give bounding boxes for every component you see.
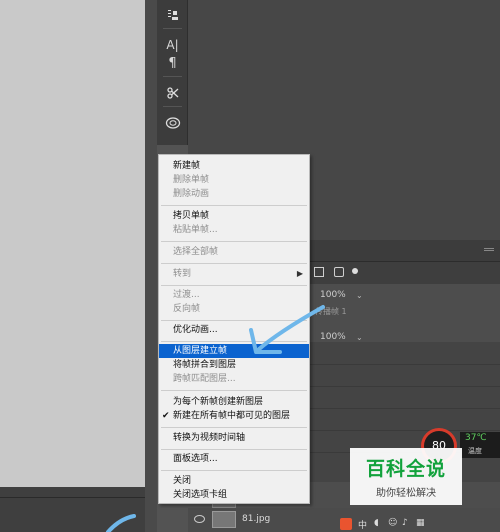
- menu-item-label: 转到: [173, 269, 192, 279]
- menu-item-panel-options[interactable]: 面板选项...: [159, 452, 309, 466]
- transform-icon[interactable]: [314, 267, 324, 277]
- layers-toolbar: [310, 262, 500, 284]
- frames-context-menu: 新建帧 删除单帧 删除动画 拷贝单帧 粘贴单帧... 选择全部帧 转到 ▶ 过渡…: [158, 154, 310, 504]
- layer-thumbnail[interactable]: [212, 511, 236, 528]
- photoshop-workspace: A| ¶ 100% ⌄ 传播帧 1 100% ⌄ 81.jpg 新建帧 删除单帧…: [0, 0, 500, 532]
- panel-icon-strip: A| ¶: [157, 0, 188, 145]
- menu-item-make-frames-from-layers[interactable]: 从图层建立帧: [159, 344, 309, 358]
- menu-item-convert-to-video-timeline[interactable]: 转换为视频时间轴: [159, 431, 309, 445]
- divider: [310, 386, 500, 387]
- layer-name[interactable]: 81.jpg: [242, 514, 270, 524]
- opacity-value[interactable]: 100%: [320, 290, 346, 300]
- menu-item-close[interactable]: 关闭: [159, 474, 309, 488]
- punctuation-icon[interactable]: ◖: [374, 518, 379, 528]
- menu-separator: [161, 390, 307, 391]
- watermark-subtitle: 助你轻松解决: [376, 488, 436, 499]
- chevron-down-icon[interactable]: ⌄: [356, 333, 363, 342]
- watermark-title: 百科全说: [365, 458, 446, 480]
- menu-item-delete-animation[interactable]: 删除动画: [159, 187, 309, 201]
- menu-item-go-to[interactable]: 转到 ▶: [159, 267, 309, 281]
- menu-item-tween[interactable]: 过渡...: [159, 288, 309, 302]
- menu-item-new-frame[interactable]: 新建帧: [159, 159, 309, 173]
- menu-separator: [161, 263, 307, 264]
- temperature-label: 温度: [468, 447, 482, 455]
- menu-item-optimize-animation[interactable]: 优化动画...: [159, 323, 309, 337]
- menu-item-flatten-frames-into-layers[interactable]: 将帧拼合到图层: [159, 358, 309, 372]
- menu-separator: [161, 205, 307, 206]
- paragraph-panel-icon[interactable]: ¶: [157, 52, 188, 74]
- panel-menu-icon[interactable]: [484, 248, 494, 251]
- canvas-status-area: [0, 487, 155, 532]
- libraries-icon[interactable]: [157, 112, 188, 134]
- emoji-icon[interactable]: ☺: [388, 518, 397, 528]
- stamp-icon[interactable]: [157, 4, 188, 26]
- divider: [0, 497, 155, 498]
- divider: [310, 364, 500, 365]
- ime-logo-icon[interactable]: [340, 518, 352, 530]
- temperature-value: 37℃: [465, 433, 487, 443]
- submenu-arrow-icon: ▶: [296, 269, 303, 278]
- document-canvas[interactable]: [0, 0, 145, 487]
- panel-separator[interactable]: [145, 0, 157, 532]
- menu-item-paste-frame[interactable]: 粘贴单帧...: [159, 223, 309, 237]
- menu-item-delete-frame[interactable]: 删除单帧: [159, 173, 309, 187]
- menu-item-create-new-layer-per-frame[interactable]: 为每个新帧创建新图层: [159, 395, 309, 409]
- menu-item-close-tab-group[interactable]: 关闭选项卡组: [159, 488, 309, 502]
- menu-item-match-layer-across-frames[interactable]: 跨帧匹配图层...: [159, 372, 309, 386]
- menu-separator: [161, 285, 307, 286]
- menu-separator: [161, 320, 307, 321]
- menu-item-copy-frame[interactable]: 拷贝单帧: [159, 209, 309, 223]
- frame-label: 传播帧 1: [315, 307, 347, 316]
- menu-separator: [161, 470, 307, 471]
- tool-presets-icon[interactable]: [157, 82, 188, 104]
- checkmark-icon: ✔: [162, 411, 170, 421]
- menu-separator: [161, 427, 307, 428]
- visibility-eye-icon[interactable]: [194, 515, 205, 523]
- keyboard-icon[interactable]: ▦: [416, 518, 425, 528]
- menu-item-select-all-frames[interactable]: 选择全部帧: [159, 245, 309, 259]
- ime-mode[interactable]: 中: [358, 518, 367, 531]
- divider: [310, 430, 500, 431]
- opacity-row: 100% ⌄: [310, 284, 500, 306]
- menu-separator: [161, 241, 307, 242]
- microphone-icon[interactable]: ♪: [402, 518, 408, 528]
- divider: [163, 76, 182, 77]
- menu-item-new-layers-visible-all-frames[interactable]: ✔ 新建在所有帧中都可见的图层: [159, 409, 309, 423]
- fill-icon[interactable]: [352, 268, 358, 274]
- menu-separator: [161, 449, 307, 450]
- ime-toolbar: 中 ◖ ☺ ♪ ▦: [340, 518, 500, 532]
- menu-item-reverse-frames[interactable]: 反向帧: [159, 302, 309, 316]
- lock-icon[interactable]: [334, 267, 344, 277]
- layers-panel-header: [310, 240, 500, 262]
- watermark: 百科全说 助你轻松解决: [350, 448, 462, 505]
- chevron-down-icon[interactable]: ⌄: [356, 291, 363, 300]
- divider: [310, 408, 500, 409]
- menu-item-label: 新建在所有帧中都可见的图层: [173, 411, 291, 421]
- divider: [163, 28, 182, 29]
- divider: [163, 106, 182, 107]
- fill-value[interactable]: 100%: [320, 332, 346, 342]
- menu-separator: [161, 341, 307, 342]
